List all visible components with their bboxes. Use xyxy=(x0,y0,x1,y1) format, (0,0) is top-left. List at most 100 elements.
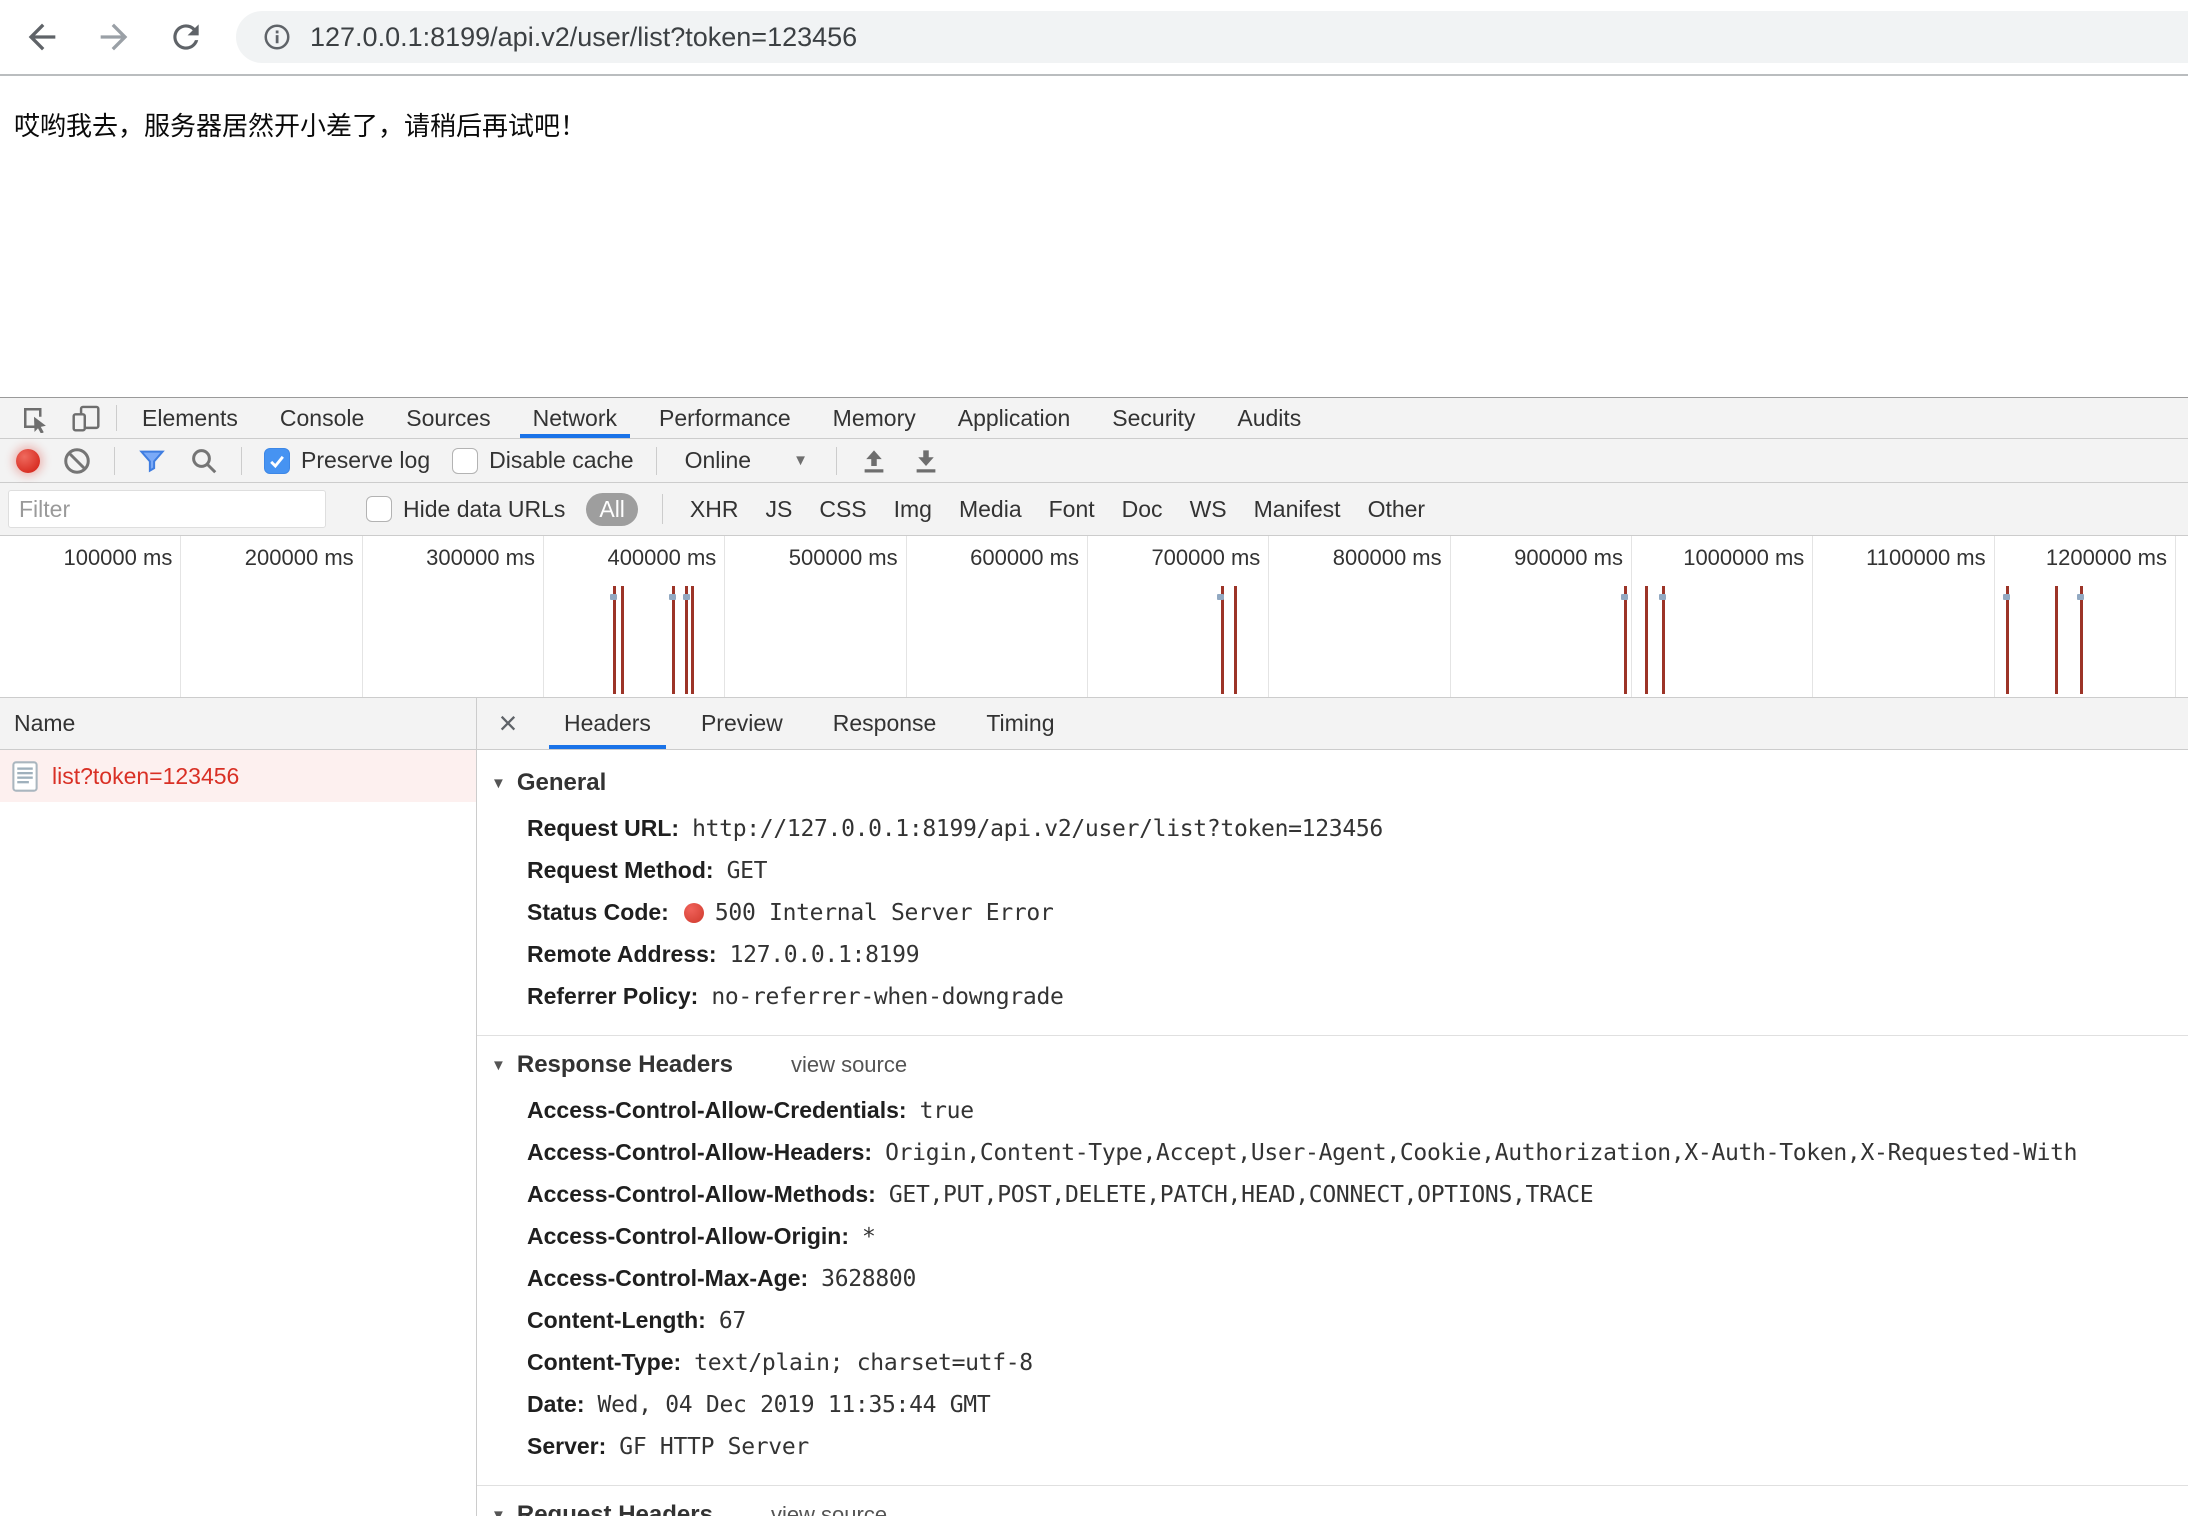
filter-type-doc[interactable]: Doc xyxy=(1122,496,1163,523)
header-value: text/plain; charset=utf-8 xyxy=(694,1350,1033,1376)
clear-icon[interactable] xyxy=(62,446,92,476)
triangle-down-icon[interactable]: ▼ xyxy=(491,1507,506,1516)
tab-security[interactable]: Security xyxy=(1091,398,1216,438)
filter-type-ws[interactable]: WS xyxy=(1190,496,1227,523)
header-value: http://127.0.0.1:8199/api.v2/user/list?t… xyxy=(692,816,1383,842)
filter-input[interactable] xyxy=(8,490,326,528)
section-header: ▼ Response Headers view source xyxy=(477,1044,2188,1089)
timeline-tick: 800000 ms xyxy=(1269,536,1450,697)
address-bar[interactable]: 127.0.0.1:8199/api.v2/user/list?token=12… xyxy=(236,11,2188,63)
devtools-tabbar: ElementsConsoleSourcesNetworkPerformance… xyxy=(0,398,2188,439)
filter-type-js[interactable]: JS xyxy=(765,496,792,523)
load-event-line xyxy=(685,586,688,694)
request-dot xyxy=(1217,594,1224,600)
header-value: GET,PUT,POST,DELETE,PATCH,HEAD,CONNECT,O… xyxy=(889,1182,1593,1208)
import-har-icon[interactable] xyxy=(859,446,889,476)
headers-content: ▼GeneralRequest URL:http://127.0.0.1:819… xyxy=(477,750,2188,1516)
filter-type-other[interactable]: Other xyxy=(1368,496,1426,523)
tab-performance[interactable]: Performance xyxy=(638,398,812,438)
header-name: Referrer Policy: xyxy=(527,983,698,1009)
hide-data-urls-control[interactable]: Hide data URLs xyxy=(366,496,565,523)
close-icon: × xyxy=(499,705,518,742)
filter-type-xhr[interactable]: XHR xyxy=(690,496,739,523)
filter-type-manifest[interactable]: Manifest xyxy=(1254,496,1341,523)
details-tab-headers[interactable]: Headers xyxy=(539,698,676,749)
toggle-device-toolbar-button[interactable] xyxy=(60,398,112,438)
url-text[interactable]: 127.0.0.1:8199/api.v2/user/list?token=12… xyxy=(310,22,857,53)
inspect-element-button[interactable] xyxy=(8,398,60,438)
tab-network[interactable]: Network xyxy=(512,398,638,438)
back-button[interactable] xyxy=(20,15,64,59)
header-line: Referrer Policy:no-referrer-when-downgra… xyxy=(527,975,2188,1017)
view-source-link[interactable]: view source xyxy=(791,1052,907,1078)
throttling-dropdown[interactable]: Online ▼ xyxy=(679,447,814,474)
details-tab-timing[interactable]: Timing xyxy=(961,698,1079,749)
request-name: list?token=123456 xyxy=(52,763,239,790)
preserve-log-control[interactable]: Preserve log xyxy=(264,447,430,474)
network-filterbar: Hide data URLs All XHR JS CSS Img Media Font Do… xyxy=(0,483,2188,536)
tab-sources[interactable]: Sources xyxy=(385,398,511,438)
filter-type-media[interactable]: Media xyxy=(959,496,1022,523)
timeline-tick: 900000 ms xyxy=(1451,536,1632,697)
close-details-button[interactable]: × xyxy=(477,698,539,749)
tab-memory[interactable]: Memory xyxy=(812,398,937,438)
header-line: Access-Control-Allow-Methods:GET,PUT,POS… xyxy=(527,1173,2188,1215)
search-icon[interactable] xyxy=(189,446,219,476)
load-event-line xyxy=(1662,586,1665,694)
filter-type-img[interactable]: Img xyxy=(894,496,932,523)
filter-type-css[interactable]: CSS xyxy=(819,496,866,523)
browser-toolbar: 127.0.0.1:8199/api.v2/user/list?token=12… xyxy=(0,0,2188,76)
header-name: Date: xyxy=(527,1391,585,1417)
info-icon[interactable] xyxy=(262,22,292,52)
export-har-icon[interactable] xyxy=(911,446,941,476)
section-title: Response Headers xyxy=(517,1051,733,1079)
disable-cache-control[interactable]: Disable cache xyxy=(452,447,633,474)
document-icon xyxy=(12,761,38,792)
name-column-header[interactable]: Name xyxy=(0,698,476,750)
section-header: ▼Request Headersview source xyxy=(477,1494,2188,1516)
triangle-down-icon[interactable]: ▼ xyxy=(491,1057,506,1074)
network-overview-timeline[interactable]: 100000 ms200000 ms300000 ms400000 ms5000… xyxy=(0,536,2188,698)
preserve-log-checkbox[interactable] xyxy=(264,448,290,474)
hide-data-urls-checkbox[interactable] xyxy=(366,496,392,522)
details-tab-response[interactable]: Response xyxy=(808,698,962,749)
tab-audits[interactable]: Audits xyxy=(1216,398,1322,438)
details-tab-preview[interactable]: Preview xyxy=(676,698,808,749)
filter-type-all[interactable]: All xyxy=(586,493,638,526)
tab-elements[interactable]: Elements xyxy=(121,398,259,438)
record-button[interactable] xyxy=(16,449,40,473)
reload-button[interactable] xyxy=(164,15,208,59)
tab-application[interactable]: Application xyxy=(937,398,1092,438)
chevron-down-icon: ▼ xyxy=(793,452,808,469)
header-line: Date:Wed, 04 Dec 2019 11:35:44 GMT xyxy=(527,1383,2188,1425)
request-row[interactable]: list?token=123456 xyxy=(0,750,476,802)
disable-cache-checkbox[interactable] xyxy=(452,448,478,474)
forward-button[interactable] xyxy=(92,15,136,59)
hide-data-urls-label: Hide data URLs xyxy=(403,496,565,523)
header-line: Content-Type:text/plain; charset=utf-8 xyxy=(527,1341,2188,1383)
tab-console[interactable]: Console xyxy=(259,398,385,438)
load-event-line xyxy=(1645,586,1648,694)
header-name: Access-Control-Allow-Origin: xyxy=(527,1223,849,1249)
timeline-tick: 1000000 ms xyxy=(1632,536,1813,697)
header-list: Request URL:http://127.0.0.1:8199/api.v2… xyxy=(477,807,2188,1017)
throttling-value: Online xyxy=(685,447,751,474)
filter-type-font[interactable]: Font xyxy=(1049,496,1095,523)
request-dot xyxy=(610,594,617,600)
header-line: Access-Control-Allow-Origin:* xyxy=(527,1215,2188,1257)
triangle-down-icon[interactable]: ▼ xyxy=(491,775,506,792)
header-value: 3628800 xyxy=(821,1266,916,1292)
header-name: Server: xyxy=(527,1433,606,1459)
header-name: Access-Control-Allow-Credentials: xyxy=(527,1097,907,1123)
view-source-link[interactable]: view source xyxy=(771,1502,887,1516)
load-event-line xyxy=(2080,586,2083,694)
header-line: Access-Control-Allow-Credentials:true xyxy=(527,1089,2188,1131)
timeline-tick: 300000 ms xyxy=(363,536,544,697)
header-name: Request Method: xyxy=(527,857,714,883)
divider xyxy=(836,447,837,475)
header-name: Access-Control-Max-Age: xyxy=(527,1265,808,1291)
filter-icon[interactable] xyxy=(137,446,167,476)
divider xyxy=(114,447,115,475)
requests-table: Name list?token=123456 xyxy=(0,698,477,1516)
server-error-message: 哎哟我去，服务器居然开小差了，请稍后再试吧！ xyxy=(0,76,2188,173)
